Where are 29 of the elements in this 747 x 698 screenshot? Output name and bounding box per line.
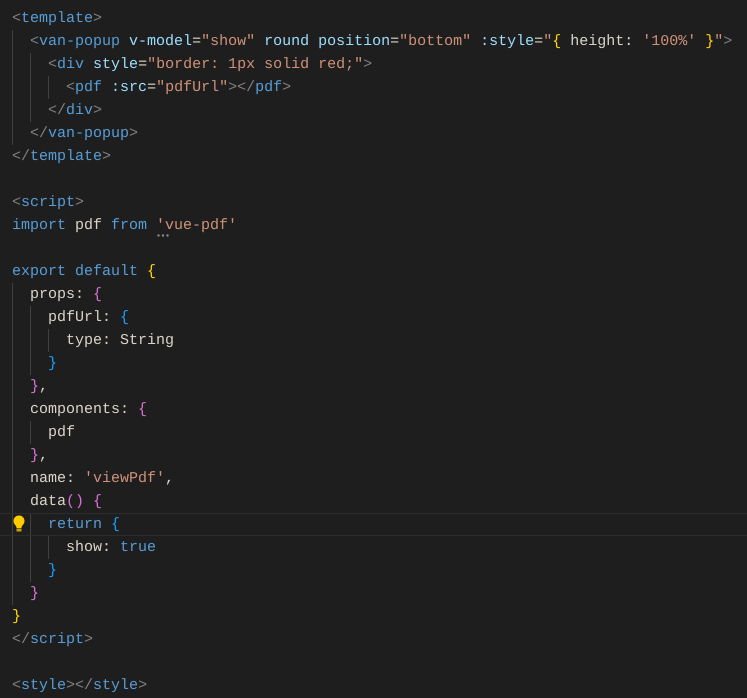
code-line: </template> [12, 148, 112, 165]
code-line: import pdf from 'vue-pdf' [12, 217, 238, 234]
code-line: }, [30, 378, 48, 395]
code-line: show: true [66, 539, 156, 556]
code-line: } [12, 608, 22, 625]
code-line: }, [30, 447, 48, 464]
code-line: <div style="border: 1px solid red;"> [48, 56, 372, 73]
code-line: return { [48, 516, 120, 533]
code-line: </script> [12, 631, 94, 648]
code-line: props: { [30, 286, 102, 303]
code-line: } [30, 585, 40, 602]
code-line: type: String [66, 332, 174, 349]
code-line: <script> [12, 194, 84, 211]
ellipsis-hint-icon[interactable] [157, 234, 169, 237]
code-line: <template> [12, 10, 102, 27]
code-line: <style></style> [12, 677, 148, 694]
code-line: export default { [12, 263, 156, 280]
code-line: pdf [48, 424, 76, 441]
code-line: } [48, 355, 58, 372]
code-line: data() { [30, 493, 102, 510]
code-line: <pdf :src="pdfUrl"></pdf> [66, 79, 292, 96]
code-line: </div> [48, 102, 102, 119]
code-line: name: 'viewPdf', [30, 470, 174, 487]
lightbulb-icon[interactable] [13, 515, 25, 532]
code-line: components: { [30, 401, 148, 418]
code-line: <van-popup v-model="show" round position="bottom" :style="{ height: '100%' }"> [30, 33, 732, 50]
code-line: </van-popup> [30, 125, 138, 142]
code-line: } [48, 562, 58, 579]
code-line: pdfUrl: { [48, 309, 130, 326]
